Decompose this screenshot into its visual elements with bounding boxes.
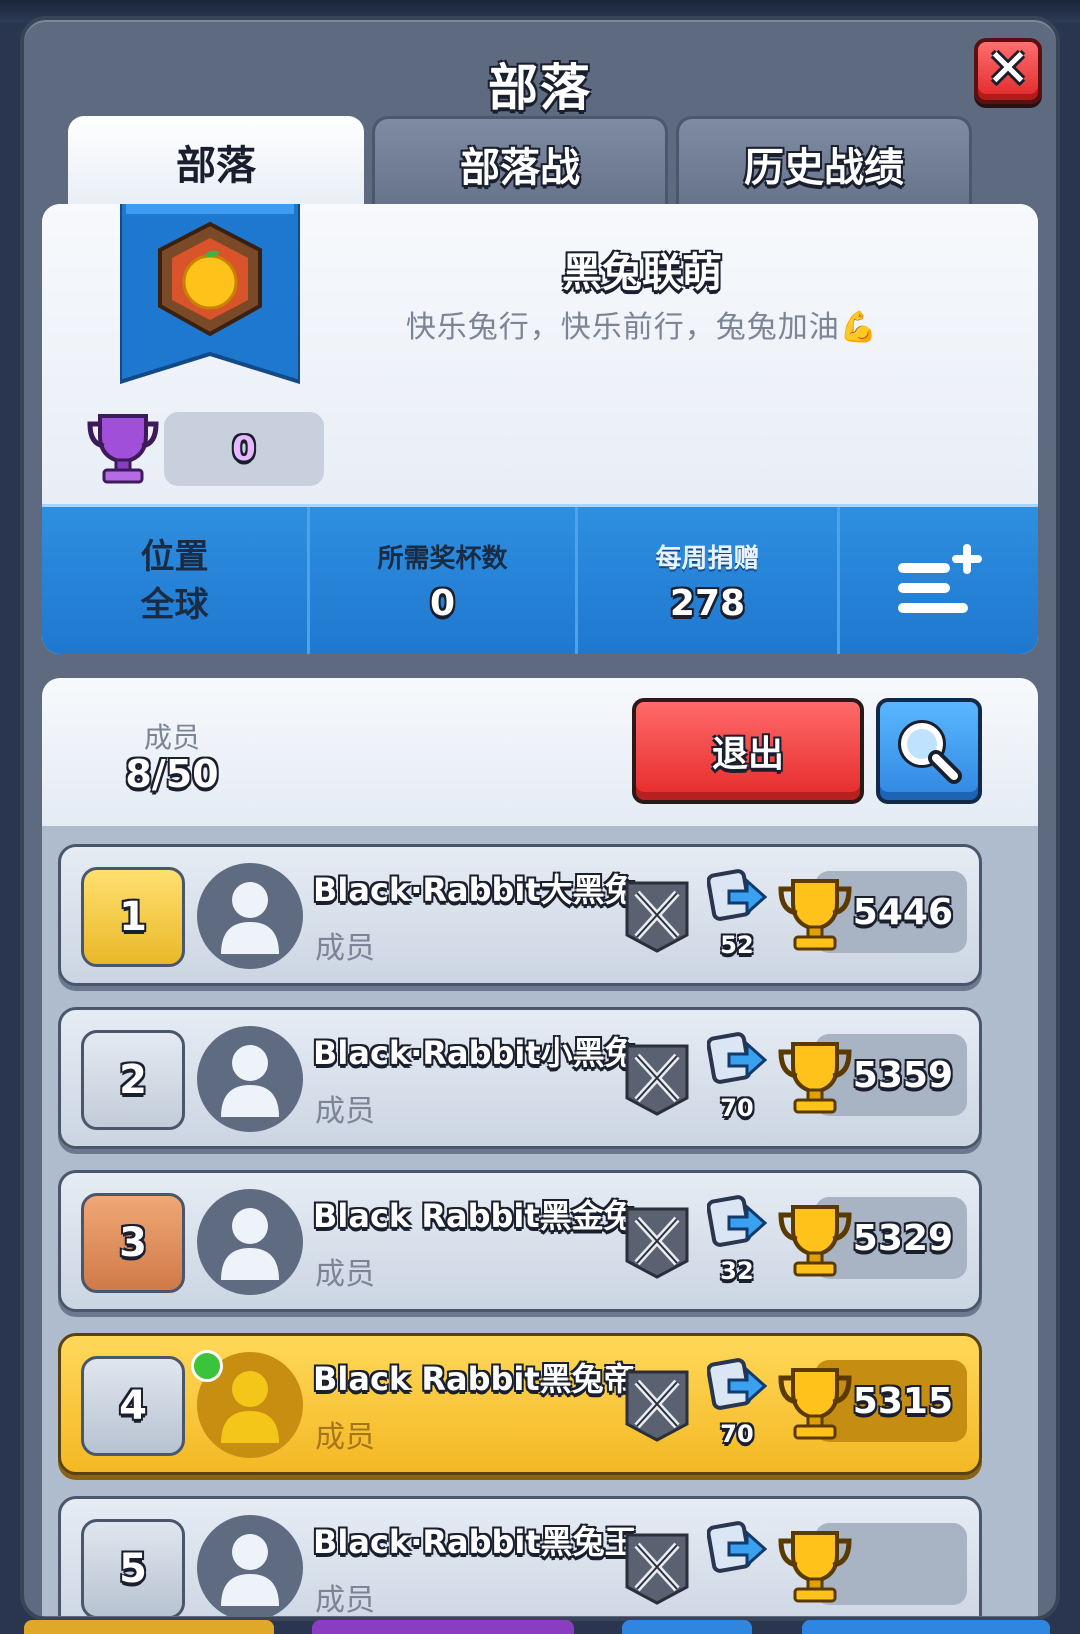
gold-trophy-icon: [778, 1531, 852, 1603]
player-role: 成员: [315, 931, 375, 966]
stat-required-trophies-label: 所需奖杯数: [377, 543, 508, 574]
online-status-icon: [191, 1350, 223, 1382]
members-count: 8/50: [125, 752, 219, 796]
members-header: 成员 8/50 退出: [42, 678, 1038, 826]
close-button[interactable]: ✕: [974, 38, 1042, 104]
member-list: 1 Black·Rabbit大黑兔 成员 52 5446 2 Black·Rab…: [42, 826, 1038, 1616]
avatar[interactable]: [197, 1189, 303, 1295]
player-role: 成员: [315, 1583, 375, 1616]
clan-trophy-count: 0: [164, 412, 324, 486]
close-icon: ✕: [986, 39, 1030, 99]
donation-icon: [707, 1521, 767, 1573]
member-row[interactable]: 4 Black Rabbit黑兔帝 成员 70 5315: [58, 1333, 982, 1475]
search-icon: [898, 720, 962, 784]
member-rank: 1: [81, 867, 185, 967]
crossed-swords-icon: [625, 1044, 689, 1116]
avatar[interactable]: [197, 1026, 303, 1132]
stat-weekly-donations-label: 每周捐赠: [655, 543, 760, 574]
donation-icon: [707, 869, 767, 921]
gold-trophy-icon: [778, 879, 852, 951]
donation-count: 70: [720, 1420, 754, 1448]
clan-panel: 部落 ✕ 部落 部落战 历史战绩 0 黑兔联萌 快乐兔行，快乐前行，兔兔加油💪: [20, 16, 1060, 1621]
donation-icon: [707, 1195, 767, 1247]
clan-name: 黑兔联萌: [562, 250, 722, 296]
stat-required-trophies: 所需奖杯数 0: [310, 507, 578, 654]
player-avatar-icon: [221, 1208, 279, 1280]
member-rank: 5: [81, 1519, 185, 1616]
crossed-swords-icon: [625, 881, 689, 953]
gold-trophy-icon: [778, 1368, 852, 1440]
donation-icon: [707, 1358, 767, 1410]
donation-count: 52: [720, 931, 754, 959]
player-avatar-icon: [221, 1371, 279, 1443]
member-row[interactable]: 3 Black Rabbit黑金兔 成员 32 5329: [58, 1170, 982, 1312]
bottom-tab-1[interactable]: [24, 1620, 274, 1634]
donation-icon: [707, 1032, 767, 1084]
player-avatar-icon: [221, 1534, 279, 1606]
clan-trophy-icon: [87, 414, 159, 484]
member-rank: 3: [81, 1193, 185, 1293]
stat-location: 位置 全球: [42, 507, 310, 654]
tab-clan-war[interactable]: 部落战: [372, 116, 668, 208]
crossed-swords-icon: [625, 1533, 689, 1605]
player-role: 成员: [315, 1094, 375, 1129]
bottom-tab-3[interactable]: [622, 1620, 752, 1634]
clan-stats-bar: 位置 全球 所需奖杯数 0 每周捐赠 278: [42, 504, 1038, 654]
members-label: 成员: [143, 721, 200, 754]
clan-trophy-value: 0: [232, 429, 256, 469]
gold-trophy-icon: [778, 1205, 852, 1277]
stat-location-label: 位置: [140, 536, 209, 577]
avatar[interactable]: [197, 1515, 303, 1616]
stat-location-value: 全球: [140, 584, 209, 625]
clan-badge-icon: [120, 204, 300, 384]
stat-weekly-donations-value: 278: [669, 582, 746, 624]
bottom-tab-4[interactable]: [802, 1620, 1050, 1634]
list-add-icon: [898, 543, 982, 613]
member-row[interactable]: 2 Black·Rabbit小黑兔 成员 70 5359: [58, 1007, 982, 1149]
player-role: 成员: [315, 1257, 375, 1292]
tab-war-history[interactable]: 历史战绩: [676, 116, 972, 208]
donation-count: 32: [720, 1257, 754, 1285]
player-avatar-icon: [221, 882, 279, 954]
gold-trophy-icon: [778, 1042, 852, 1114]
member-rank: 4: [81, 1356, 185, 1456]
page-title: 部落: [488, 59, 592, 117]
clan-description: 快乐兔行，快乐前行，兔兔加油💪: [405, 310, 879, 345]
exit-button[interactable]: 退出: [632, 698, 864, 804]
player-avatar-icon: [221, 1045, 279, 1117]
player-role: 成员: [315, 1420, 375, 1455]
crossed-swords-icon: [625, 1370, 689, 1442]
member-row[interactable]: 1 Black·Rabbit大黑兔 成员 52 5446: [58, 844, 982, 986]
stat-required-trophies-value: 0: [429, 582, 456, 624]
donation-count: 70: [720, 1094, 754, 1122]
avatar[interactable]: [197, 863, 303, 969]
member-rank: 2: [81, 1030, 185, 1130]
bottom-tab-2[interactable]: [312, 1620, 574, 1634]
tab-clan[interactable]: 部落: [68, 116, 364, 208]
clan-info-card: 0 黑兔联萌 快乐兔行，快乐前行，兔兔加油💪 位置 全球 所需奖杯数 0 每周捐…: [42, 204, 1038, 654]
search-button[interactable]: [876, 698, 982, 804]
stat-weekly-donations: 每周捐赠 278: [578, 507, 840, 654]
clan-menu-button[interactable]: [840, 507, 1038, 654]
crossed-swords-icon: [625, 1207, 689, 1279]
member-row[interactable]: 5 Black·Rabbit黑兔王 成员: [58, 1496, 982, 1616]
